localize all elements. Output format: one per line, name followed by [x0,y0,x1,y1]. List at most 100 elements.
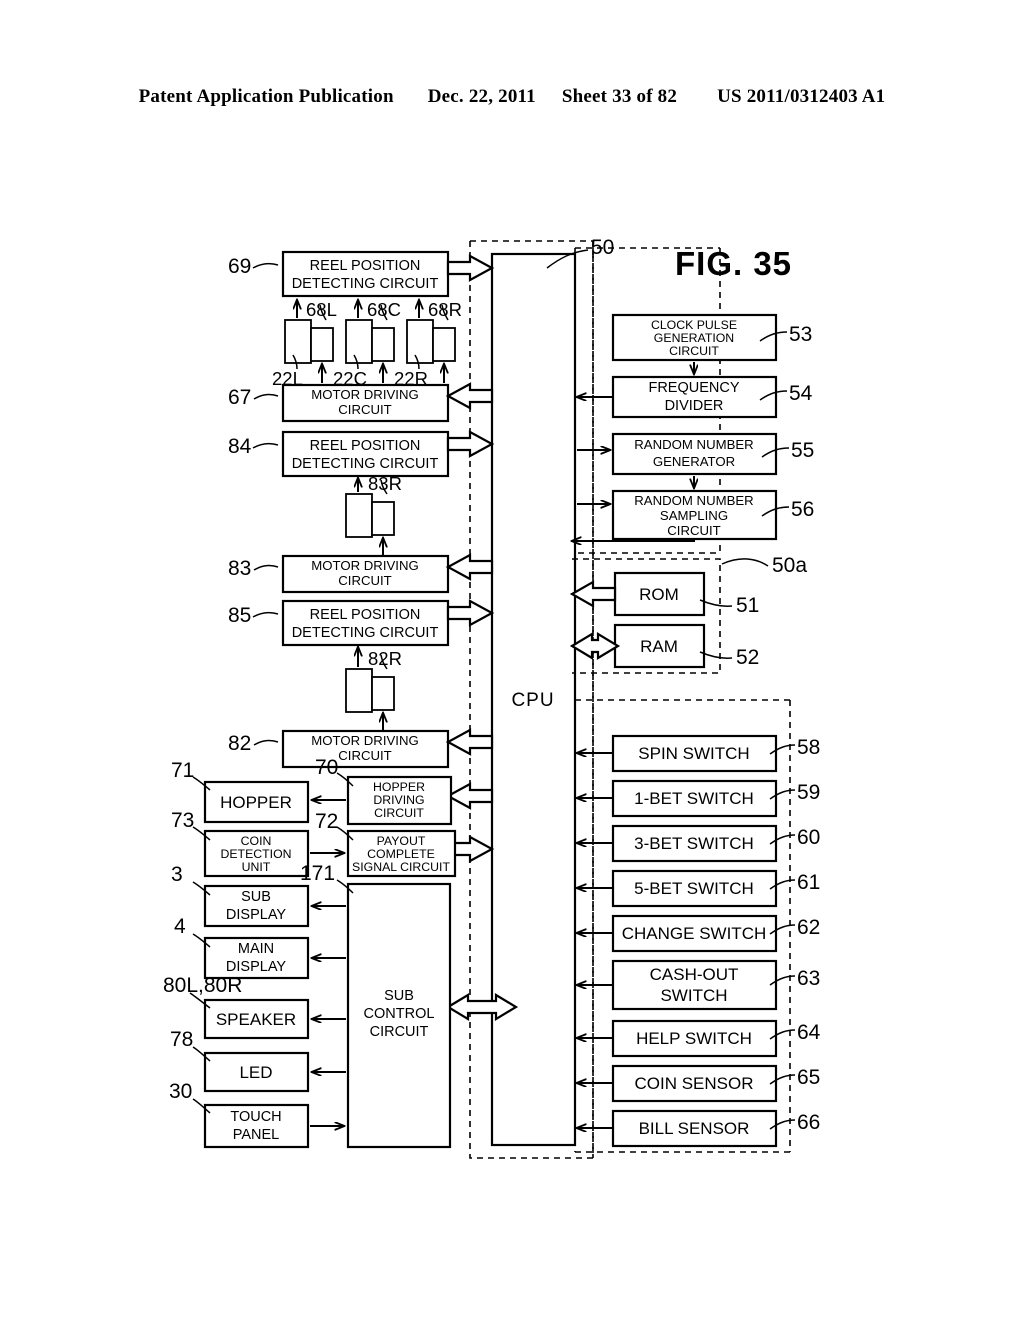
block-label-55-l1: RANDOM NUMBER [634,437,753,452]
arrow-84-to-cpu [446,430,495,458]
block-label-3-l2: DISPLAY [226,907,287,923]
block-label-4-l1: MAIN [238,941,274,957]
ref-65: 65 [797,1066,820,1089]
block-label-56-l1: RANDOM NUMBER [634,493,753,508]
block-label-78: LED [239,1063,272,1082]
figure-title: FIG. 35 [675,245,792,282]
block-label-83-l2: CIRCUIT [338,573,391,588]
ref-85: 85 [228,604,251,627]
block-label-53-l3: CIRCUIT [669,344,719,358]
block-label-30-l1: TOUCH [230,1109,281,1125]
block-label-64: HELP SWITCH [636,1029,752,1048]
ref-82: 82 [228,732,251,755]
reel-unit-L: 68L 22L [272,299,337,389]
ref-71: 71 [171,759,194,782]
ref-56: 56 [791,498,814,521]
block-label-171-l2: CONTROL [364,1006,435,1022]
ref-55: 55 [791,439,814,462]
block-label-52: RAM [640,637,678,656]
block-label-72-l2: COMPLETE [367,847,435,861]
block-label-54-l2: DIVIDER [665,398,724,414]
ref-54: 54 [789,382,813,405]
block-label-84-l1: REEL POSITION [310,438,421,454]
block-label-70-l2: DRIVING [373,793,424,807]
ref-30: 30 [169,1080,192,1103]
block-label-54-l1: FREQUENCY [648,380,739,396]
ref-3: 3 [171,863,183,886]
ref-61: 61 [797,871,820,894]
block-label-73-l1: COIN [241,834,272,848]
block-label-69-l2: DETECTING CIRCUIT [292,276,439,292]
ref-84: 84 [228,435,252,458]
arrow-cpu-to-67 [445,382,494,410]
block-label-55-l2: GENERATOR [653,454,735,469]
block-label-53-l1: CLOCK PULSE [651,318,737,332]
ref-63: 63 [797,967,820,990]
block-label-56-l2: SAMPLING [660,508,728,523]
reel-unit-83R: 83R [345,473,402,556]
block-label-83-l1: MOTOR DRIVING [311,558,418,573]
arrow-72-to-cpu [450,835,495,863]
patent-sheet: Patent Application Publication Dec. 22, … [0,0,1024,1320]
reel-unit-82R: 82R [345,647,402,731]
reel-unit-R: 68R 22R [394,299,462,389]
sensor-ref-82R: 82R [368,648,402,669]
ref-78: 78 [170,1028,193,1051]
block-label-66: BILL SENSOR [639,1119,750,1138]
arrow-69-to-cpu [446,254,495,282]
block-label-85-l2: DETECTING CIRCUIT [292,625,439,641]
block-label-71: HOPPER [220,793,292,812]
block-label-67-l1: MOTOR DRIVING [311,387,418,402]
ref-59: 59 [797,781,820,804]
ref-80: 80L,80R [163,974,242,997]
block-label-73-l3: UNIT [242,860,271,874]
block-label-60: 3-BET SWITCH [634,834,754,853]
block-label-51: ROM [639,585,679,604]
ref-73: 73 [171,809,194,832]
block-label-62: CHANGE SWITCH [622,924,767,943]
block-label-82-l2: CIRCUIT [338,748,391,763]
block-label-171-l1: SUB [384,988,414,1004]
ref-53: 53 [789,323,812,346]
block-label-30-l2: PANEL [233,1127,279,1143]
arrow-cpu-to-70 [445,782,494,810]
ref-67: 67 [228,386,251,409]
block-label-82-l1: MOTOR DRIVING [311,733,418,748]
ref-66: 66 [797,1111,820,1134]
arrow-cpu-to-83 [445,553,494,581]
ref-171: 171 [300,862,335,885]
ref-62: 62 [797,916,820,939]
ref-60: 60 [797,826,820,849]
ref-51: 51 [736,594,759,617]
block-label-70-l1: HOPPER [373,780,425,794]
figure-35-block-diagram: FIG. 35 CPU 50 REEL POSITION DETECTING C… [163,236,821,1159]
block-label-58: SPIN SWITCH [638,744,749,763]
cpu-label: CPU [511,690,554,711]
block-label-61: 5-BET SWITCH [634,879,754,898]
sensor-ref-68R: 68R [428,299,462,320]
ref-70: 70 [315,756,338,779]
block-label-69-l1: REEL POSITION [310,258,421,274]
ref-leader-69 [252,262,279,269]
block-label-59: 1-BET SWITCH [634,789,754,808]
ref-72: 72 [315,810,338,833]
arrow-cpu-to-82 [445,728,494,756]
block-label-171-l3: CIRCUIT [370,1024,429,1040]
sensor-ref-83R: 83R [368,473,402,494]
block-label-70-l3: CIRCUIT [374,806,424,820]
ref-69: 69 [228,255,251,278]
block-label-53-l2: GENERATION [654,331,734,345]
ref-4: 4 [174,915,186,938]
ref-58: 58 [797,736,820,759]
block-label-63-l1: CASH-OUT [650,965,739,984]
ref-83: 83 [228,557,251,580]
arrow-rom-to-cpu [569,580,617,608]
block-label-4-l2: DISPLAY [226,959,287,975]
block-label-65: COIN SENSOR [634,1074,753,1093]
block-label-3-l1: SUB [241,889,271,905]
ref-64: 64 [797,1021,821,1044]
block-label-80: SPEAKER [216,1010,296,1029]
block-label-72-l1: PAYOUT [377,834,426,848]
ref-52: 52 [736,646,759,669]
sensor-ref-68L: 68L [306,299,337,320]
